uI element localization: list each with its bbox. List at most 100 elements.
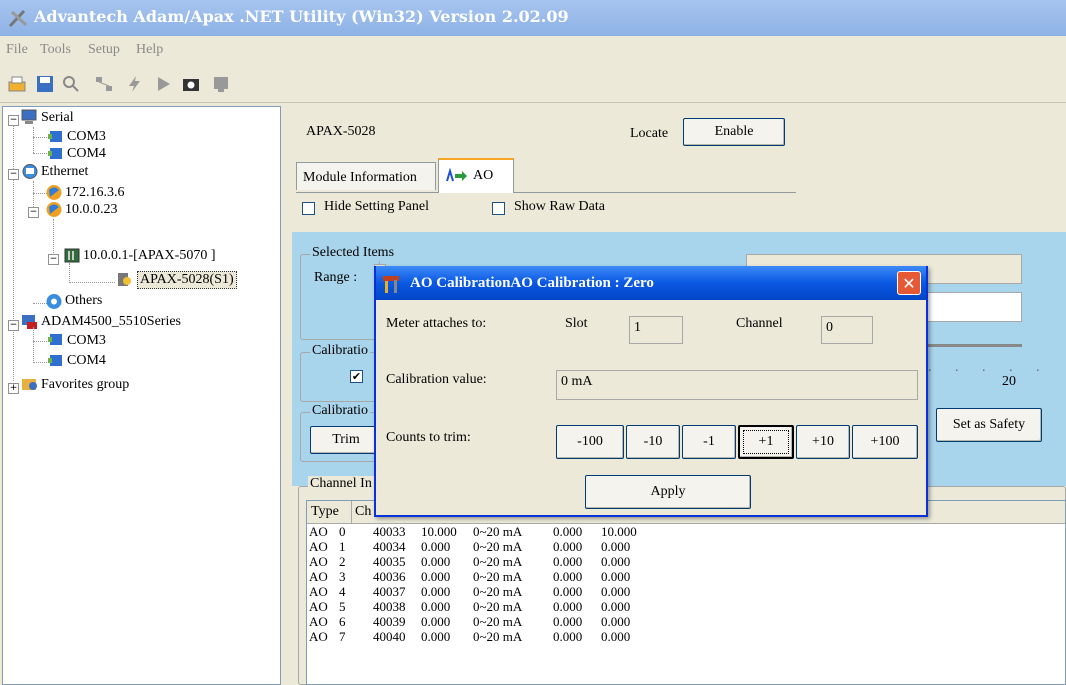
table-cell: 0.000 bbox=[421, 599, 451, 614]
collapse-ip2[interactable]: − bbox=[28, 207, 39, 218]
lightning-icon[interactable] bbox=[124, 73, 146, 95]
device-icon bbox=[64, 248, 80, 263]
trim-minus-10-button[interactable]: -10 bbox=[626, 425, 680, 459]
table-cell: 0 bbox=[339, 524, 346, 539]
value-field[interactable] bbox=[922, 292, 1022, 322]
tree-adam-com4[interactable]: COM4 bbox=[67, 353, 106, 369]
tab-module-info[interactable]: Module Information bbox=[296, 162, 436, 190]
table-cell: 40036 bbox=[373, 569, 406, 584]
tree-others[interactable]: Others bbox=[65, 293, 102, 309]
collapse-adam[interactable]: − bbox=[8, 320, 19, 331]
table-cell: 3 bbox=[339, 569, 346, 584]
menu-help[interactable]: Help bbox=[136, 42, 163, 58]
tree-favorites[interactable]: Favorites group bbox=[41, 377, 129, 393]
hide-setting-checkbox[interactable] bbox=[302, 202, 315, 215]
menu-tools[interactable]: Tools bbox=[40, 42, 71, 58]
trim-plus-1-button[interactable]: +1 bbox=[738, 425, 794, 459]
menu-bar: File Tools Setup Help bbox=[0, 36, 1066, 64]
print-icon[interactable] bbox=[6, 73, 28, 95]
slider-max-label: 20 bbox=[1002, 374, 1016, 389]
table-cell: 2 bbox=[339, 554, 346, 569]
apply-button[interactable]: Apply bbox=[585, 475, 751, 509]
table-cell: 0~20 mA bbox=[473, 524, 523, 539]
tree-serial[interactable]: Serial bbox=[41, 110, 74, 126]
globe-icon bbox=[46, 185, 62, 200]
tree-ethernet[interactable]: Ethernet bbox=[41, 164, 88, 180]
table-cell: 0~20 mA bbox=[473, 569, 523, 584]
tab-module-info-label: Module Information bbox=[303, 170, 417, 185]
tools-icon bbox=[383, 276, 399, 293]
table-cell: AO bbox=[309, 584, 328, 599]
globe-icon bbox=[46, 202, 62, 217]
table-cell: AO bbox=[309, 629, 328, 644]
table-cell: 0.000 bbox=[421, 569, 451, 584]
table-cell: 0.000 bbox=[553, 629, 583, 644]
table-cell: AO bbox=[309, 614, 328, 629]
search-icon[interactable] bbox=[60, 73, 82, 95]
slider-track[interactable] bbox=[922, 344, 1022, 347]
table-cell: 0.000 bbox=[601, 569, 631, 584]
table-cell: 6 bbox=[339, 614, 346, 629]
device-tree[interactable]: − Serial COM3 COM4 − Ethernet 172.16.3.6… bbox=[2, 106, 281, 685]
table-cell: 0.000 bbox=[601, 614, 631, 629]
com-port-icon bbox=[48, 355, 62, 366]
enable-button[interactable]: Enable bbox=[683, 118, 785, 146]
calibration-checkbox[interactable]: ✔ bbox=[350, 370, 363, 383]
table-cell: 7 bbox=[339, 629, 346, 644]
calibration-value-label: Calibration value: bbox=[386, 372, 487, 387]
collapse-serial[interactable]: − bbox=[8, 115, 19, 126]
table-cell: 0~20 mA bbox=[473, 554, 523, 569]
table-cell: 4 bbox=[339, 584, 346, 599]
menu-file[interactable]: File bbox=[6, 42, 28, 58]
close-icon[interactable]: ✕ bbox=[897, 271, 921, 295]
computer-icon bbox=[21, 109, 37, 124]
table-cell: 1 bbox=[339, 539, 346, 554]
locate-label: Locate bbox=[630, 126, 669, 141]
trim-plus-10-button[interactable]: +10 bbox=[796, 425, 850, 459]
trim-minus-100-button[interactable]: -100 bbox=[556, 425, 624, 459]
tree-device[interactable]: 10.0.0.1-[APAX-5070 ] bbox=[83, 248, 215, 264]
set-as-safety-button[interactable]: Set as Safety bbox=[936, 408, 1042, 442]
tree-ip2[interactable]: 10.0.0.23 bbox=[65, 202, 118, 218]
expand-favorites[interactable]: + bbox=[8, 383, 19, 394]
tree-ip1[interactable]: 172.16.3.6 bbox=[65, 185, 125, 201]
table-cell: 10.000 bbox=[421, 524, 457, 539]
show-raw-checkbox[interactable] bbox=[492, 202, 505, 215]
tab-ao[interactable]: AO bbox=[438, 158, 514, 193]
menu-setup[interactable]: Setup bbox=[88, 42, 120, 58]
table-cell: AO bbox=[309, 524, 328, 539]
trim-plus-100-button[interactable]: +100 bbox=[852, 425, 918, 459]
selected-items-label: Selected Items bbox=[310, 245, 397, 261]
table-cell: 0.000 bbox=[421, 554, 451, 569]
tree-com3[interactable]: COM3 bbox=[67, 129, 106, 145]
show-raw-label: Show Raw Data bbox=[514, 199, 605, 214]
table-cell: 0.000 bbox=[601, 599, 631, 614]
network-icon[interactable] bbox=[94, 73, 116, 95]
adam-icon bbox=[22, 315, 37, 329]
tree-com4[interactable]: COM4 bbox=[67, 146, 106, 162]
table-cell: 10.000 bbox=[601, 524, 637, 539]
collapse-device[interactable]: − bbox=[48, 254, 59, 265]
channel-label: Channel bbox=[736, 316, 783, 331]
tree-module-selected[interactable]: APAX-5028(S1) bbox=[137, 271, 237, 289]
module-icon bbox=[118, 273, 131, 286]
play-icon[interactable] bbox=[152, 73, 174, 95]
monitor-icon[interactable] bbox=[210, 73, 232, 95]
table-cell: 0~20 mA bbox=[473, 629, 523, 644]
header-channel[interactable]: Ch bbox=[355, 504, 371, 520]
table-cell: 0.000 bbox=[553, 554, 583, 569]
save-icon[interactable] bbox=[34, 73, 56, 95]
table-cell: 0~20 mA bbox=[473, 584, 523, 599]
tree-adam[interactable]: ADAM4500_5510Series bbox=[41, 314, 181, 330]
table-cell: 0.000 bbox=[421, 539, 451, 554]
trim-minus-1-button[interactable]: -1 bbox=[682, 425, 736, 459]
trim-button[interactable]: Trim bbox=[310, 426, 382, 454]
tree-adam-com3[interactable]: COM3 bbox=[67, 333, 106, 349]
table-cell: 40037 bbox=[373, 584, 406, 599]
collapse-ethernet[interactable]: − bbox=[8, 169, 19, 180]
camera-icon[interactable] bbox=[180, 73, 202, 95]
table-cell: AO bbox=[309, 569, 328, 584]
header-type[interactable]: Type bbox=[311, 504, 339, 520]
channel-list[interactable]: Type Ch AO 0 40033 10.000 0~20 mA 0.000 10.000… bbox=[306, 500, 1066, 685]
ethernet-icon bbox=[22, 164, 38, 179]
